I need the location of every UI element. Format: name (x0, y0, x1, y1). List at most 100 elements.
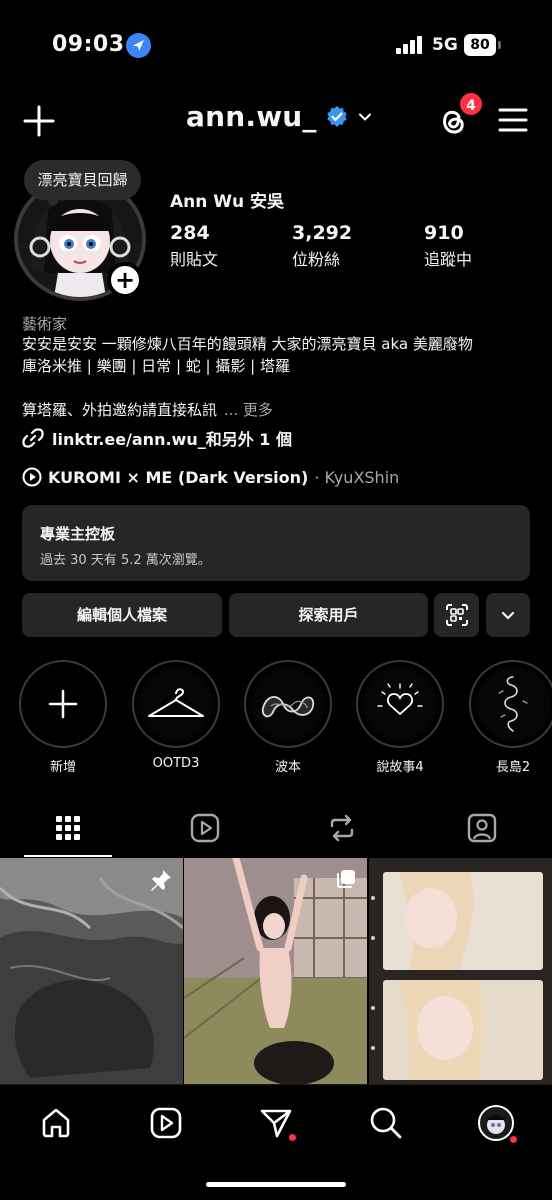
highlight-storytelling[interactable]: 說故事4 (354, 660, 446, 775)
network-type: 5G (432, 35, 458, 55)
following-count: 910 (424, 222, 464, 244)
status-bar: 09:03 5G 80 (0, 0, 552, 90)
home-indicator (206, 1182, 346, 1187)
posts-count: 284 (170, 222, 210, 244)
direct-icon (260, 1109, 292, 1138)
tab-tagged[interactable] (436, 798, 528, 858)
following-label: 追蹤中 (424, 250, 473, 269)
highlight-circle (356, 660, 444, 748)
carousel-icon (337, 870, 355, 888)
suggestions-toggle-button[interactable] (486, 593, 530, 637)
nav-direct[interactable] (256, 1103, 296, 1143)
highlight-longisland[interactable]: 長島2 (467, 660, 552, 775)
profile-avatar-icon (478, 1105, 514, 1141)
reels-icon (190, 813, 220, 843)
highlight-cover (251, 667, 325, 741)
plus-icon (48, 689, 78, 719)
grid-post[interactable] (0, 858, 183, 1084)
add-story-button[interactable]: + (107, 262, 143, 298)
qr-code-icon (445, 604, 468, 626)
highlight-label: 說故事4 (376, 760, 424, 775)
highlight-circle (132, 660, 220, 748)
search-icon (370, 1107, 402, 1139)
pin-icon (151, 870, 171, 891)
highlight-label: 波本 (274, 760, 301, 775)
hanger-icon (148, 688, 204, 717)
chevron-down-icon (501, 611, 515, 620)
posts-grid (0, 858, 552, 1084)
bio-line: 庫洛米推 | 樂團 | 日常 | 蛇 | 攝影 | 塔羅 (22, 357, 290, 375)
link-icon (22, 428, 44, 448)
status-time: 09:03 (52, 32, 125, 57)
bio: 安安是安安 一顆修煉八百年的饅頭精 大家的漂亮寶貝 aka 美麗廢物 庫洛米推 … (22, 333, 522, 377)
music-artist: · KyuXShin (314, 467, 400, 487)
chevron-down-icon (358, 113, 371, 120)
threads-notification-badge: 4 (458, 91, 484, 117)
grid-post[interactable] (184, 858, 367, 1084)
highlight-label: OOTD3 (152, 756, 200, 771)
grid-post[interactable] (369, 858, 552, 1084)
reposts-icon (330, 814, 354, 842)
highlight-cover (139, 667, 213, 741)
dashboard-title: 專業主控板 (40, 525, 116, 543)
posts-label: 則貼文 (170, 250, 219, 269)
following-stat[interactable]: 910 追蹤中 (424, 222, 472, 270)
profile-note[interactable]: 漂亮寶貝回歸 (24, 160, 141, 200)
tab-reposts[interactable] (296, 798, 388, 858)
bio-line: 算塔羅、外拍邀約請直接私訊 (22, 401, 218, 419)
display-name: Ann Wu 安吳 (170, 192, 285, 212)
bio-line: 安安是安安 一顆修煉八百年的饅頭精 大家的漂亮寶貝 aka 美麗廢物 (22, 335, 473, 353)
snake-coil-icon (261, 696, 315, 718)
account-switcher[interactable]: ann.wu_ (186, 100, 373, 133)
username: ann.wu_ (186, 100, 317, 133)
post-image (369, 858, 552, 1084)
qr-code-button[interactable] (434, 593, 479, 637)
grid-icon (56, 816, 80, 840)
notification-dot (289, 1134, 296, 1141)
highlight-ootd3[interactable]: OOTD3 (130, 660, 222, 771)
nav-reels[interactable] (146, 1103, 186, 1143)
post-image (184, 858, 367, 1084)
verified-badge-icon (327, 105, 347, 127)
story-highlights: 新增 OOTD3 波本 說故事4 長島2 (0, 660, 552, 780)
highlight-circle (19, 660, 107, 748)
bio-more-row[interactable]: 算塔羅、外拍邀約請直接私訊 ... 更多 (22, 399, 273, 420)
profile-note-tail (48, 196, 58, 206)
highlight-label: 長島2 (495, 760, 531, 775)
snake-icon (498, 676, 528, 732)
profile-link-text: linktr.ee/ann.wu_和另外 1 個 (52, 430, 292, 449)
nav-search[interactable] (366, 1103, 406, 1143)
play-circle-icon (22, 467, 42, 487)
profile-link[interactable]: linktr.ee/ann.wu_和另外 1 個 (22, 426, 292, 450)
edit-profile-button[interactable]: 編輯個人檔案 (22, 593, 222, 637)
tab-reels[interactable] (159, 798, 251, 858)
home-icon (42, 1108, 70, 1138)
menu-icon[interactable] (498, 106, 528, 134)
location-arrow-icon (126, 33, 151, 58)
create-post-button[interactable] (20, 102, 58, 140)
profile-music[interactable]: KUROMI × ME (Dark Version) · KyuXShin (22, 467, 399, 487)
followers-stat[interactable]: 3,292 位粉絲 (292, 222, 352, 270)
dashboard-subtitle: 過去 30 天有 5.2 萬次瀏覽。 (40, 553, 211, 568)
followers-label: 位粉絲 (292, 250, 341, 269)
profile-header: ann.wu_ 4 (0, 90, 552, 150)
discover-people-button[interactable]: 探索用戶 (229, 593, 428, 637)
nav-home[interactable] (36, 1103, 76, 1143)
highlight-bourbon[interactable]: 波本 (242, 660, 334, 775)
nav-profile[interactable] (476, 1103, 517, 1143)
highlight-cover (476, 667, 550, 741)
followers-count: 3,292 (292, 222, 353, 244)
reels-icon (150, 1107, 182, 1139)
tab-posts-grid[interactable] (22, 798, 114, 858)
bio-more-link[interactable]: ... 更多 (224, 401, 273, 419)
highlight-circle (469, 660, 552, 748)
profile-content-tabs (0, 798, 552, 858)
battery-cap (498, 41, 501, 49)
active-tab-indicator (24, 855, 112, 857)
highlight-new[interactable]: 新增 (17, 660, 109, 775)
music-title: KUROMI × ME (Dark Version) (48, 467, 309, 487)
professional-dashboard[interactable]: 專業主控板 過去 30 天有 5.2 萬次瀏覽。 (22, 505, 530, 581)
posts-stat[interactable]: 284 則貼文 (170, 222, 218, 270)
heart-sparkle-icon (377, 683, 423, 716)
battery-icon: 80 (464, 34, 496, 56)
